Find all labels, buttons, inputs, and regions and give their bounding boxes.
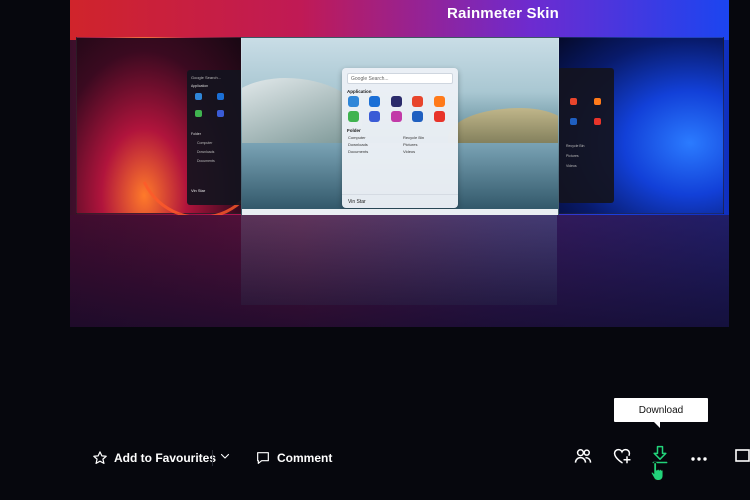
artwork-left-screen: Google Search... Application Folder Comp… <box>76 37 281 237</box>
left-menu-user: Vin Star <box>191 188 206 193</box>
artwork-right-screen: Recycle Bin Pictures Videos <box>557 37 724 214</box>
start-menu-apps-heading: Application <box>347 89 372 94</box>
app-icon <box>570 98 577 105</box>
artwork-preview-image[interactable]: Rainmeter Skin Google Search... Applicat… <box>70 0 729 327</box>
users-icon <box>573 446 593 471</box>
app-icon <box>217 110 224 117</box>
favourites-label: Add to Favourites <box>114 451 217 465</box>
right-menu-folder: Recycle Bin <box>566 144 585 148</box>
app-icon <box>348 96 359 107</box>
folder-item: Computer <box>348 135 366 140</box>
center-start-menu: Google Search... Application Folder Comp… <box>342 68 458 208</box>
app-icon <box>594 98 601 105</box>
artwork-center-screen: Google Search... Application Folder Comp… <box>241 37 559 219</box>
left-menu-folder: Computer <box>197 141 213 145</box>
comment-icon <box>255 450 271 466</box>
folder-item: Recycle Bin <box>403 135 425 140</box>
folder-item: Videos <box>403 149 416 154</box>
app-icon <box>433 96 445 107</box>
left-menu-folder-heading: Folder <box>191 132 201 136</box>
app-icon <box>369 111 381 122</box>
start-menu-folder-heading: Folder <box>347 128 361 133</box>
app-icon <box>217 93 224 100</box>
left-menu-folder: Downloads <box>197 150 215 154</box>
add-to-collection-button[interactable] <box>609 445 635 471</box>
app-icon <box>570 118 577 125</box>
fullscreen-button[interactable] <box>732 445 750 471</box>
comment-label: Comment <box>277 451 333 465</box>
artwork-top-glow <box>70 0 729 40</box>
app-icon <box>195 93 202 100</box>
start-menu-user: Vin Star <box>342 194 458 208</box>
app-icon <box>390 96 402 107</box>
star-icon <box>92 450 108 466</box>
left-start-menu: Google Search... Application Folder Comp… <box>187 70 243 205</box>
start-menu-app-grid <box>348 96 452 122</box>
add-to-favourites-button[interactable]: Add to Favourites <box>92 449 216 467</box>
chevron-down-icon <box>219 449 231 467</box>
right-start-menu: Recycle Bin Pictures Videos <box>558 68 614 203</box>
artwork-title: Rainmeter Skin <box>447 5 560 22</box>
download-tooltip: Download <box>614 398 708 428</box>
tooltip-text: Download <box>638 404 684 416</box>
start-menu-folders: Computer Recycle Bin Downloads Pictures … <box>348 135 452 154</box>
app-icon <box>594 118 601 125</box>
left-menu-search: Google Search... <box>191 75 222 80</box>
app-icon <box>433 111 445 122</box>
app-icon <box>369 96 381 107</box>
right-menu-folder: Videos <box>566 164 577 168</box>
folder-item: Documents <box>348 149 369 154</box>
comment-button[interactable]: Comment <box>255 449 332 467</box>
watchers-button[interactable] <box>570 445 596 471</box>
left-menu-folder: Documents <box>197 159 215 163</box>
left-menu-apps-heading: Application <box>191 84 209 88</box>
folder-item: Pictures <box>403 142 418 147</box>
more-options-button[interactable] <box>686 445 712 471</box>
heart-plus-icon <box>612 446 632 471</box>
folder-item: Downloads <box>348 142 368 147</box>
fullscreen-icon <box>732 448 750 468</box>
start-menu-search: Google Search... <box>347 73 453 84</box>
favourites-dropdown-button[interactable] <box>212 445 238 471</box>
app-icon <box>348 111 359 122</box>
app-icon <box>412 111 424 122</box>
app-icon <box>195 110 202 117</box>
app-icon <box>390 111 402 122</box>
hand-cursor-icon <box>650 461 666 486</box>
more-horizontal-icon <box>690 449 708 467</box>
center-screen-reflection <box>241 215 557 305</box>
right-menu-folder: Pictures <box>566 154 579 158</box>
app-icon <box>412 96 424 107</box>
